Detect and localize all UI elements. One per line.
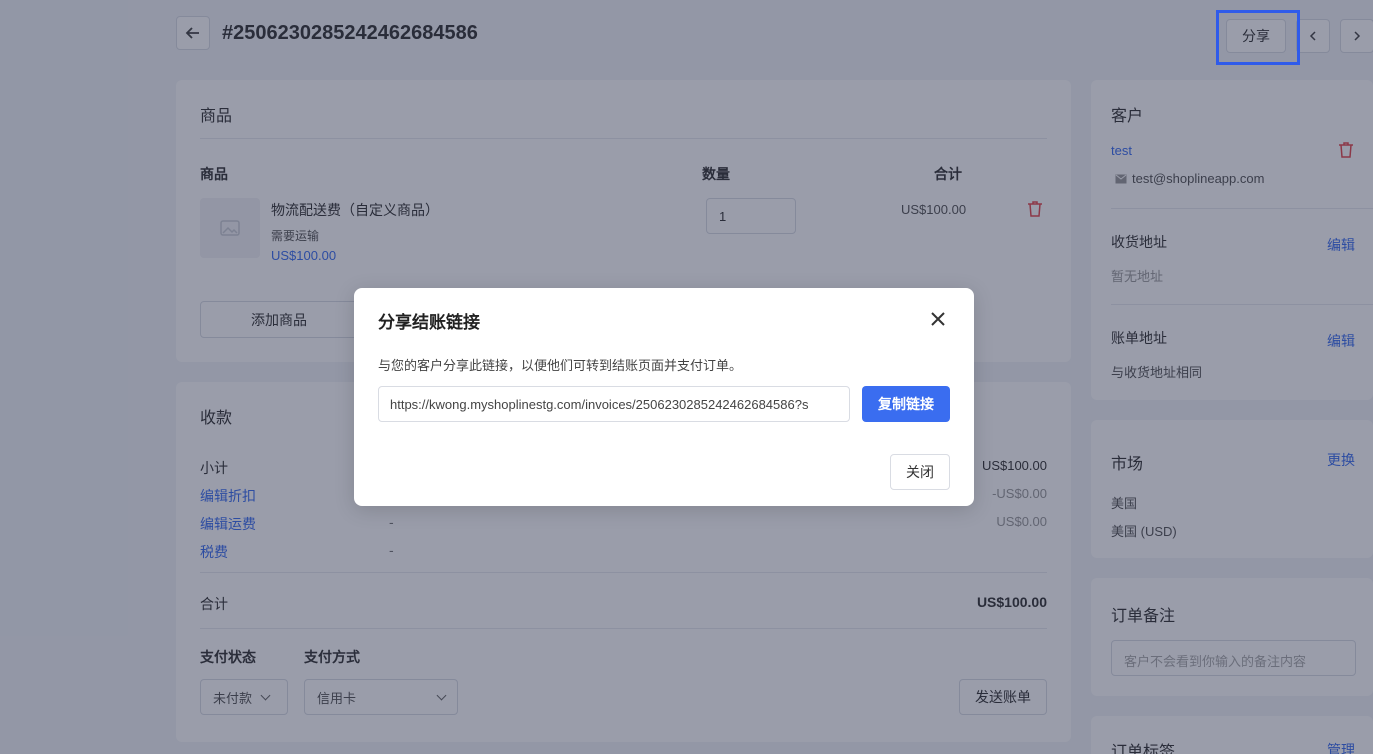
share-link-input[interactable]: https://kwong.myshoplinestg.com/invoices…	[378, 386, 850, 422]
copy-link-button[interactable]: 复制链接	[862, 386, 950, 422]
share-link-modal: 分享结账链接 与您的客户分享此链接，以便他们可转到结账页面并支付订单。 http…	[354, 288, 974, 506]
share-link-value: https://kwong.myshoplinestg.com/invoices…	[390, 396, 809, 412]
close-icon	[931, 312, 945, 326]
modal-close-text-button[interactable]: 关闭	[890, 454, 950, 490]
share-button-highlight	[1216, 10, 1300, 65]
modal-description: 与您的客户分享此链接，以便他们可转到结账页面并支付订单。	[378, 358, 743, 373]
modal-close-button[interactable]	[929, 310, 947, 328]
modal-title: 分享结账链接	[378, 313, 480, 332]
